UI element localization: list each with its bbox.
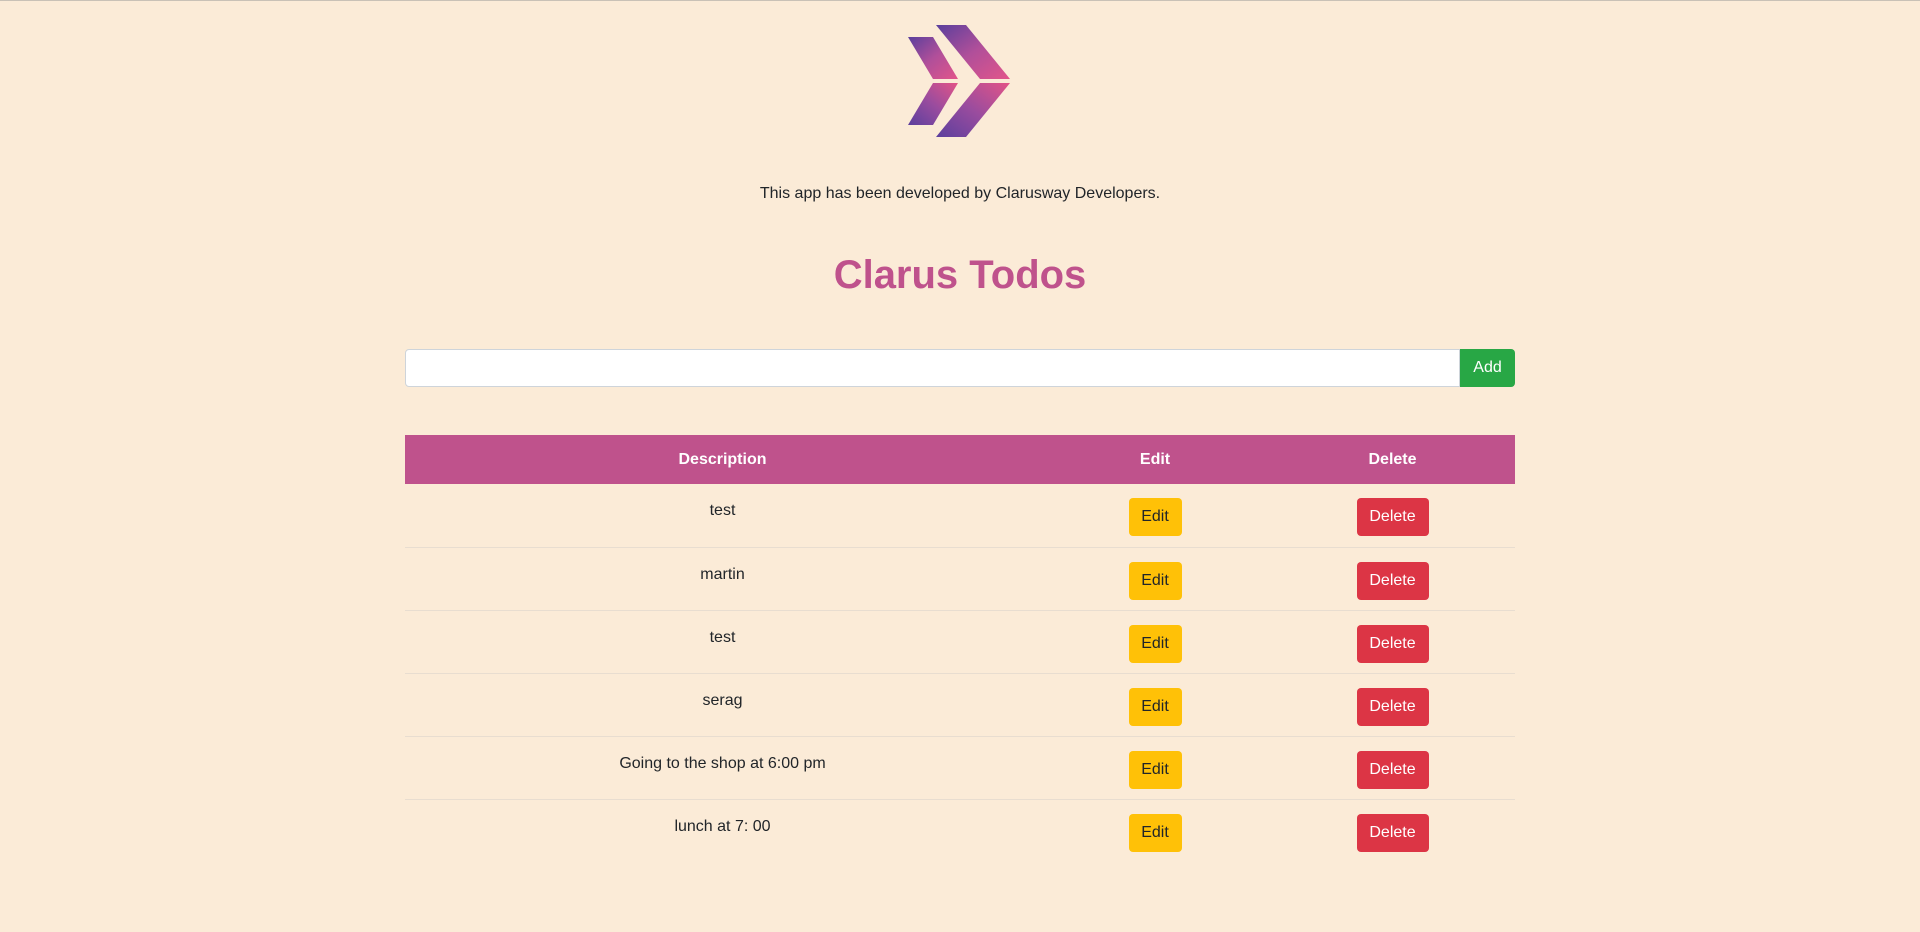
- table-row: Going to the shop at 6:00 pm Edit Delete: [405, 736, 1515, 799]
- developer-credit: This app has been developed by Clarusway…: [759, 185, 1161, 202]
- table-row: serag Edit Delete: [405, 673, 1515, 736]
- delete-button[interactable]: Delete: [1356, 687, 1429, 726]
- page-title: Clarus Todos: [833, 253, 1087, 297]
- add-button[interactable]: Add: [1460, 349, 1515, 387]
- delete-button[interactable]: Delete: [1356, 813, 1429, 852]
- clarusway-logo-icon: [908, 25, 1010, 137]
- todo-description: martin: [700, 565, 745, 583]
- edit-button[interactable]: Edit: [1128, 750, 1182, 789]
- add-todo-form: Add: [405, 349, 1515, 387]
- todo-description: lunch at 7: 00: [674, 817, 771, 835]
- table-row: martin Edit Delete: [405, 547, 1515, 610]
- delete-button[interactable]: Delete: [1356, 624, 1429, 663]
- delete-button[interactable]: Delete: [1356, 498, 1429, 536]
- delete-button[interactable]: Delete: [1356, 750, 1429, 789]
- todo-description: Going to the shop at 6:00 pm: [619, 754, 826, 772]
- todo-description: serag: [702, 691, 743, 709]
- edit-button[interactable]: Edit: [1128, 687, 1182, 726]
- edit-button[interactable]: Edit: [1128, 561, 1182, 600]
- delete-button[interactable]: Delete: [1356, 561, 1429, 600]
- todo-description: test: [709, 502, 736, 519]
- column-header-edit: Edit: [1040, 435, 1270, 484]
- todo-input[interactable]: [405, 349, 1460, 387]
- edit-button[interactable]: Edit: [1128, 498, 1182, 536]
- todo-description: test: [709, 628, 736, 646]
- table-row: lunch at 7: 00 Edit Delete: [405, 799, 1515, 862]
- todo-table: Description Edit Delete test Edit Delete…: [405, 435, 1515, 862]
- table-row: test Edit Delete: [405, 484, 1515, 547]
- column-header-delete: Delete: [1270, 435, 1515, 484]
- edit-button[interactable]: Edit: [1128, 813, 1182, 852]
- table-header-row: Description Edit Delete: [405, 435, 1515, 484]
- column-header-description: Description: [405, 435, 1040, 484]
- table-row: test Edit Delete: [405, 610, 1515, 673]
- edit-button[interactable]: Edit: [1128, 624, 1182, 663]
